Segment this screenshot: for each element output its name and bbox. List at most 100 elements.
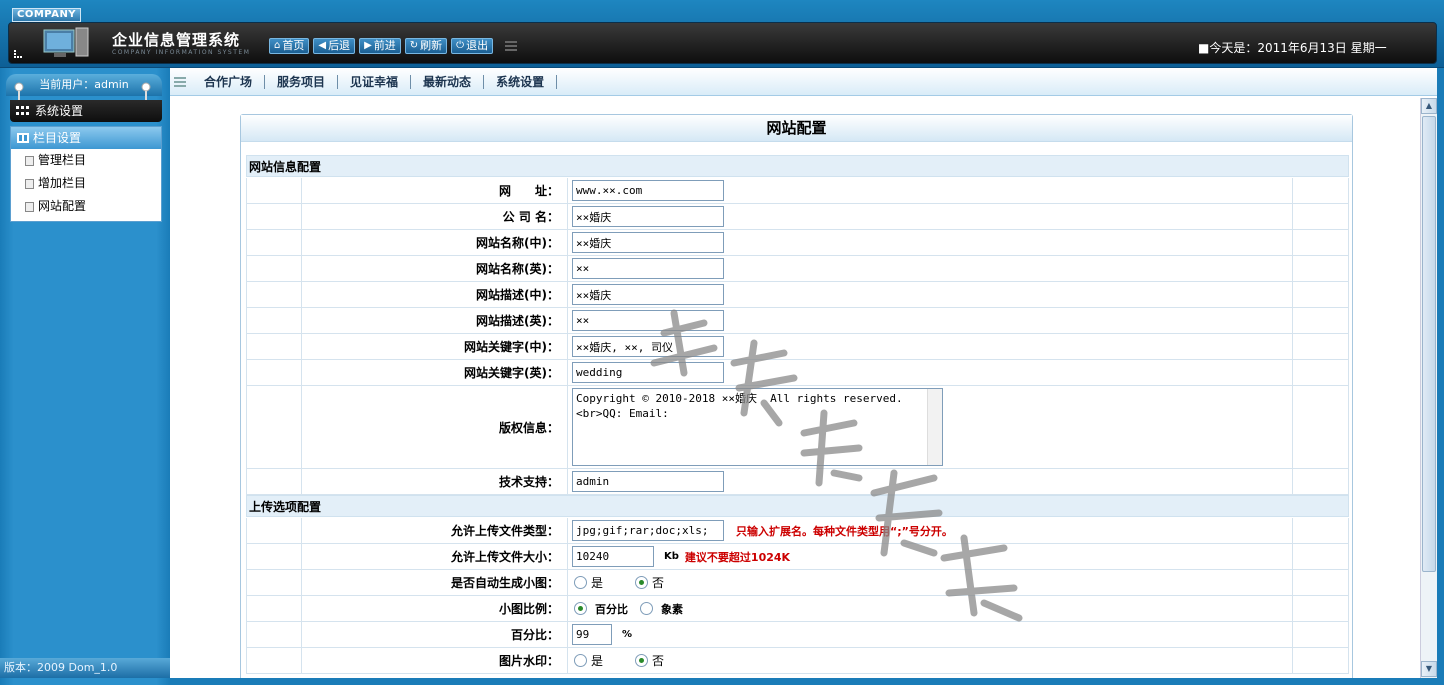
watermark-no-radio[interactable]: 否 bbox=[635, 652, 664, 669]
form-row-file-size: 允许上传文件大小： Kb 建议不要超过1024K bbox=[246, 544, 1349, 570]
url-input[interactable] bbox=[572, 180, 724, 201]
scroll-up-button[interactable]: ▲ bbox=[1421, 98, 1437, 114]
desc-cn-input[interactable] bbox=[572, 284, 724, 305]
signal-dots-icon bbox=[14, 50, 22, 58]
file-size-input[interactable] bbox=[572, 546, 654, 567]
pin-icon bbox=[14, 82, 24, 101]
sidebar-item-add[interactable]: 增加栏目 bbox=[11, 172, 161, 195]
forward-button[interactable]: ▶ 前进 bbox=[359, 38, 401, 54]
right-frame bbox=[1437, 68, 1444, 685]
form-row-url: 网 址： bbox=[246, 178, 1349, 204]
form-row-copyright: 版权信息： Copyright © 2010-2018 ××婚庆 All rig… bbox=[246, 386, 1349, 469]
scroll-down-button[interactable]: ▼ bbox=[1421, 661, 1437, 677]
logout-button[interactable]: ⏻ 退出 bbox=[451, 38, 494, 54]
grid-icon bbox=[16, 106, 29, 115]
main-content: 网站配置 网站信息配置 网 址： 公 司 名： 网站名称(中)： 网站名称(英)… bbox=[174, 98, 1420, 678]
back-button[interactable]: ◀ 后退 bbox=[313, 38, 356, 54]
date-display: ■今天是：2011年6月13日 星期一 bbox=[1198, 41, 1387, 55]
kw-cn-label: 网站关键字(中)： bbox=[302, 334, 568, 359]
form-row-thumb-ratio: 小图比例： 百分比 象素 bbox=[246, 596, 1349, 622]
name-cn-input[interactable] bbox=[572, 232, 724, 253]
list-icon bbox=[17, 133, 29, 143]
nav-buttons: ⌂ 首页 ◀ 后退 ▶ 前进 ↻ 刷新 ⏻ 退出 bbox=[269, 38, 518, 54]
form-row-company: 公 司 名： bbox=[246, 204, 1349, 230]
top-menu-bar: 合作广场 服务项目 见证幸福 最新动态 系统设置 bbox=[170, 68, 1444, 96]
form-row-name-en: 网站名称(英)： bbox=[246, 256, 1349, 282]
radio-checked-icon bbox=[635, 654, 649, 667]
file-size-label: 允许上传文件大小： bbox=[302, 544, 568, 569]
watermark-yes-radio[interactable]: 是 bbox=[574, 652, 603, 669]
company-label: 公 司 名： bbox=[302, 204, 568, 229]
current-user: 当前用户：admin bbox=[6, 74, 162, 96]
radio-icon bbox=[640, 602, 653, 615]
form-row-file-types: 允许上传文件类型： 只输入扩展名。每种文件类型用“;”号分开。 bbox=[246, 518, 1349, 544]
radio-icon bbox=[574, 654, 587, 667]
form-row-watermark: 图片水印： 是 否 bbox=[246, 648, 1349, 674]
auto-thumb-no-radio[interactable]: 否 bbox=[635, 574, 664, 591]
vertical-scrollbar[interactable]: ▲ ▼ bbox=[1420, 98, 1437, 678]
auto-thumb-label: 是否自动生成小图： bbox=[302, 570, 568, 595]
pin-icon bbox=[141, 82, 151, 101]
ratio-percent-radio[interactable]: 百分比 bbox=[574, 601, 628, 617]
file-types-input[interactable] bbox=[572, 520, 724, 541]
textarea-scrollbar[interactable] bbox=[927, 388, 942, 465]
sidebar-item-site-config[interactable]: 网站配置 bbox=[11, 195, 161, 218]
company-input[interactable] bbox=[572, 206, 724, 227]
support-label: 技术支持： bbox=[302, 469, 568, 494]
refresh-icon: ↻ bbox=[409, 40, 419, 51]
top-header: COMPANY 企业信息管理系统 COMPANY INFORMATION SYS… bbox=[0, 0, 1444, 68]
home-button[interactable]: ⌂ 首页 bbox=[269, 38, 310, 54]
url-label: 网 址： bbox=[302, 178, 568, 203]
sidebar: 当前用户：admin 系统设置 栏目设置 管理栏目 增加栏目 网站配置 版本：2… bbox=[0, 68, 170, 685]
radio-checked-icon bbox=[635, 576, 649, 589]
tab-cooperation[interactable]: 合作广场 bbox=[192, 75, 266, 89]
copyright-label: 版权信息： bbox=[302, 386, 568, 468]
copyright-textarea[interactable]: Copyright © 2010-2018 ××婚庆 All rights re… bbox=[572, 387, 943, 466]
tab-testimonials[interactable]: 见证幸福 bbox=[338, 75, 412, 89]
arrow-left-icon: ◀ bbox=[318, 40, 327, 51]
ratio-pixel-radio[interactable]: 象素 bbox=[640, 601, 683, 617]
app-title: 企业信息管理系统 bbox=[112, 31, 241, 49]
file-types-label: 允许上传文件类型： bbox=[302, 518, 568, 543]
section-upload: 上传选项配置 bbox=[246, 495, 1349, 517]
desc-en-label: 网站描述(英)： bbox=[302, 308, 568, 333]
file-size-hint: 建议不要超过1024K bbox=[684, 550, 791, 564]
document-icon bbox=[25, 178, 34, 189]
monitor-logo-icon bbox=[43, 27, 89, 57]
percent-unit: % bbox=[622, 629, 633, 640]
kw-en-label: 网站关键字(英)： bbox=[302, 360, 568, 385]
tab-services[interactable]: 服务项目 bbox=[265, 75, 339, 89]
form-row-kw-cn: 网站关键字(中)： bbox=[246, 334, 1349, 360]
column-settings-header[interactable]: 栏目设置 bbox=[11, 127, 161, 149]
arrow-right-icon: ▶ bbox=[364, 40, 372, 51]
tab-settings[interactable]: 系统设置 bbox=[484, 75, 558, 89]
company-badge: COMPANY bbox=[12, 8, 82, 22]
name-en-input[interactable] bbox=[572, 258, 724, 279]
auto-thumb-yes-radio[interactable]: 是 bbox=[574, 574, 603, 591]
document-icon bbox=[25, 201, 34, 212]
percent-label: 百分比： bbox=[302, 622, 568, 647]
kw-en-input[interactable] bbox=[572, 362, 724, 383]
desc-en-input[interactable] bbox=[572, 310, 724, 331]
form-row-name-cn: 网站名称(中)： bbox=[246, 230, 1349, 256]
version-label: 版本：2009 Dom_1.0 bbox=[0, 658, 170, 678]
document-icon bbox=[25, 155, 34, 166]
percent-input[interactable] bbox=[572, 624, 612, 645]
thumb-ratio-label: 小图比例： bbox=[302, 596, 568, 621]
system-settings-header[interactable]: 系统设置 bbox=[10, 100, 162, 122]
site-config-panel: 网站配置 网站信息配置 网 址： 公 司 名： 网站名称(中)： 网站名称(英)… bbox=[240, 114, 1353, 678]
power-icon: ⏻ bbox=[456, 40, 465, 51]
home-icon: ⌂ bbox=[274, 40, 281, 51]
watermark-label: 图片水印： bbox=[302, 648, 568, 673]
tab-news[interactable]: 最新动态 bbox=[411, 75, 485, 89]
menu-tabs: 合作广场 服务项目 见证幸福 最新动态 系统设置 bbox=[174, 68, 558, 96]
grip-icon bbox=[505, 40, 518, 52]
refresh-button[interactable]: ↻ 刷新 bbox=[404, 38, 448, 54]
page-title: 网站配置 bbox=[241, 115, 1352, 142]
scroll-thumb[interactable] bbox=[1422, 116, 1436, 572]
radio-icon bbox=[574, 576, 587, 589]
sidebar-item-manage[interactable]: 管理栏目 bbox=[11, 149, 161, 172]
kw-cn-input[interactable] bbox=[572, 336, 724, 357]
name-cn-label: 网站名称(中)： bbox=[302, 230, 568, 255]
support-input[interactable] bbox=[572, 471, 724, 492]
